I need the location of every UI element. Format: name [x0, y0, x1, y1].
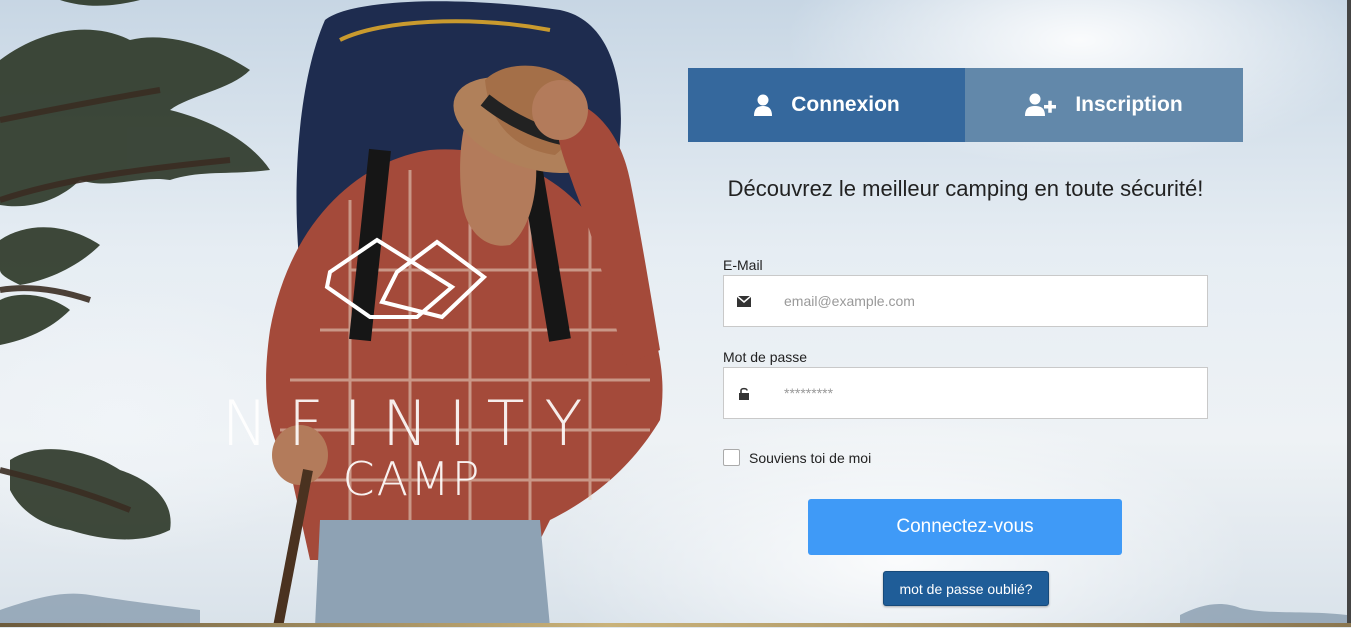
tagline: Découvrez le meilleur camping en toute s… [727, 176, 1204, 201]
password-input[interactable] [782, 384, 1206, 402]
remember-label: Souviens toi de moi [749, 449, 872, 466]
unlock-icon [724, 387, 764, 400]
envelope-icon [724, 295, 764, 307]
email-label: E-Mail [723, 257, 763, 273]
user-plus-icon [1025, 93, 1057, 117]
user-icon [753, 94, 773, 116]
password-label: Mot de passe [723, 349, 808, 365]
infinity-camp-logo: NFINITY CAMP [212, 232, 612, 522]
tab-connexion-label: Connexion [791, 93, 900, 116]
logo-subtitle: CAMP [342, 452, 482, 506]
remember-me[interactable]: Souviens toi de moi [723, 449, 871, 466]
infinity-loop-logo-icon [324, 237, 488, 320]
email-input[interactable] [782, 292, 1206, 310]
forgot-password-button[interactable]: mot de passe oublié? [883, 571, 1049, 606]
window-edge [1347, 0, 1351, 627]
email-field [723, 275, 1208, 327]
tab-connexion[interactable]: Connexion [688, 68, 965, 142]
auth-tabs: Connexion Inscription [688, 68, 1243, 142]
logo-word: NFINITY [221, 387, 603, 460]
password-field [723, 367, 1208, 419]
connect-button[interactable]: Connectez-vous [808, 499, 1122, 555]
remember-checkbox[interactable] [723, 449, 740, 466]
tab-inscription[interactable]: Inscription [965, 68, 1243, 142]
tab-inscription-label: Inscription [1075, 93, 1183, 116]
